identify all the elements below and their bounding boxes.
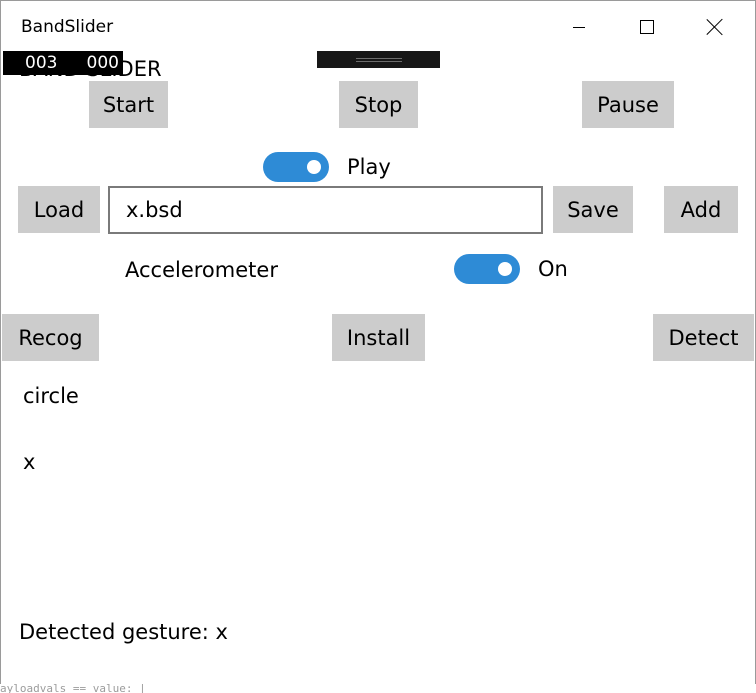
pause-button[interactable]: Pause	[582, 81, 674, 128]
toggle-knob	[307, 160, 321, 174]
gesture-list-item[interactable]: circle	[23, 384, 79, 408]
recog-button[interactable]: Recog	[2, 314, 99, 361]
toggle-knob	[498, 262, 512, 276]
accelerometer-state: On	[538, 257, 568, 281]
detect-button[interactable]: Detect	[653, 314, 754, 361]
minimize-button[interactable]	[545, 1, 613, 53]
start-button[interactable]: Start	[89, 81, 168, 128]
status-text: Detected gesture: x	[19, 620, 228, 644]
title-bar[interactable]: BandSlider	[1, 1, 755, 53]
maximize-icon	[640, 20, 654, 34]
save-button[interactable]: Save	[553, 186, 633, 233]
close-icon	[706, 18, 724, 36]
stop-button[interactable]: Stop	[339, 81, 418, 128]
window-title: BandSlider	[21, 17, 114, 37]
background-code-strip: ayloadvals == value: |	[0, 684, 756, 693]
minimize-icon	[573, 26, 585, 28]
drag-grip[interactable]	[317, 51, 440, 68]
add-button[interactable]: Add	[664, 186, 738, 233]
install-button[interactable]: Install	[332, 314, 425, 361]
play-toggle[interactable]	[263, 152, 329, 182]
counter-right: 000	[86, 53, 119, 73]
gesture-list-item[interactable]: x	[23, 450, 35, 474]
close-button[interactable]	[681, 1, 749, 53]
grip-icon	[355, 57, 402, 62]
counter-left: 003	[25, 53, 58, 73]
app-window: BandSlider BAND SLIDER 003 000 Start Sto…	[0, 0, 756, 693]
accelerometer-toggle[interactable]	[454, 254, 520, 284]
load-button[interactable]: Load	[18, 186, 100, 233]
play-label: Play	[347, 155, 391, 179]
accelerometer-label: Accelerometer	[125, 258, 278, 282]
maximize-button[interactable]	[613, 1, 681, 53]
frame-counter: 003 000	[3, 51, 123, 75]
filename-input[interactable]: x.bsd	[108, 186, 543, 234]
